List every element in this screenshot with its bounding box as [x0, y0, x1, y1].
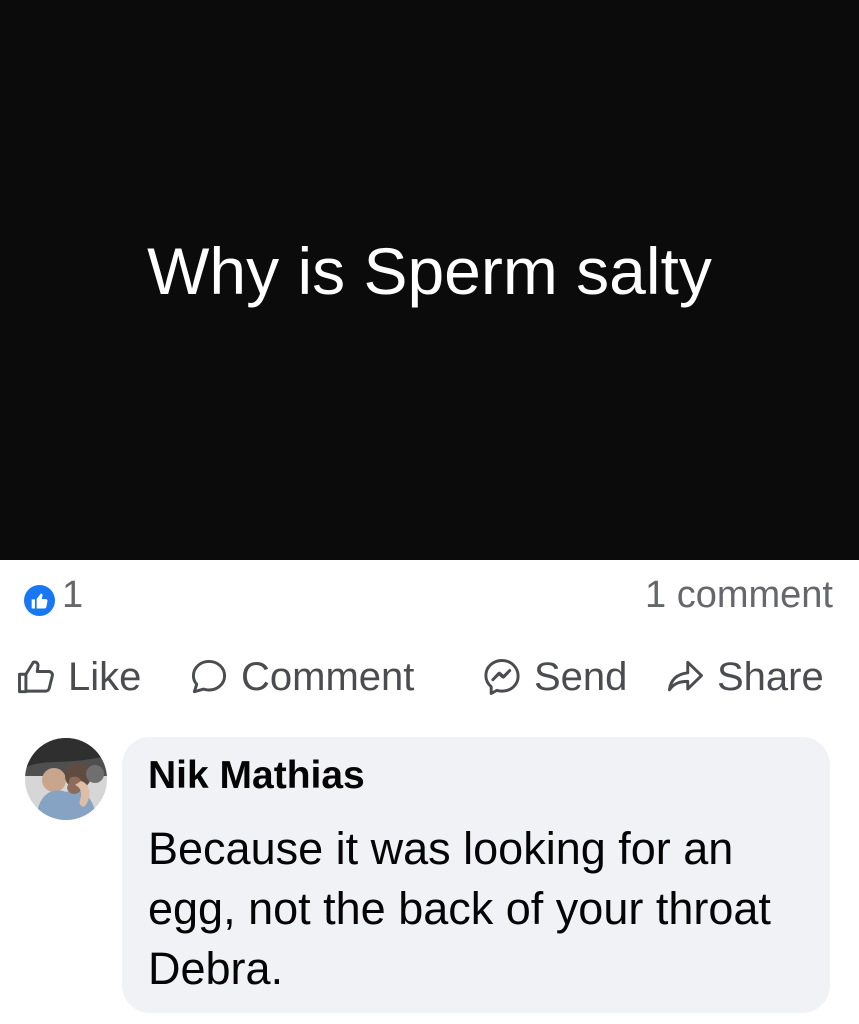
like-count[interactable]: 1 [62, 574, 83, 617]
share-label: Share [717, 654, 824, 699]
send-button[interactable]: Send [480, 648, 627, 706]
comment-bubble: Nik Mathias Because it was looking for a… [122, 737, 830, 1013]
post-card: Why is Sperm salty [0, 0, 859, 560]
comment-count[interactable]: 1 comment [645, 574, 833, 617]
messenger-icon [480, 655, 524, 699]
comment: Nik Mathias Because it was looking for a… [0, 730, 859, 1024]
send-label: Send [534, 654, 628, 699]
speech-bubble-icon [187, 655, 231, 699]
post-stats: 1 1 comment [0, 566, 859, 630]
post-text: Why is Sperm salty [147, 233, 712, 308]
like-button[interactable]: Like [14, 648, 141, 706]
avatar[interactable] [25, 738, 107, 820]
comment-label: Comment [241, 654, 415, 699]
thumbs-up-icon [14, 655, 58, 699]
share-button[interactable]: Share [663, 648, 824, 706]
comment-button[interactable]: Comment [187, 648, 414, 706]
like-label: Like [68, 654, 142, 699]
comment-author[interactable]: Nik Mathias [148, 754, 365, 798]
comment-text: Because it was looking for an egg, not t… [148, 823, 771, 994]
like-badge-icon[interactable] [24, 585, 55, 616]
share-arrow-icon [663, 655, 707, 699]
post-actions: Like Comment Send Share [0, 640, 859, 714]
